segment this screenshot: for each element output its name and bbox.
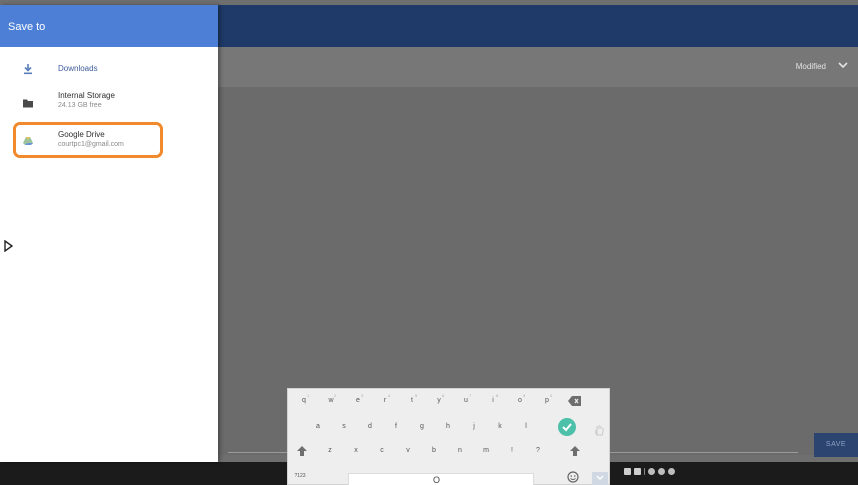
- key-j[interactable]: j: [468, 423, 480, 430]
- key-w[interactable]: w: [325, 397, 337, 404]
- close-icon: [668, 468, 675, 475]
- key-hint: 0: [550, 393, 553, 398]
- hide-keyboard-button[interactable]: [592, 472, 608, 485]
- drawer-title: Save to: [0, 5, 218, 47]
- key-f[interactable]: f: [390, 423, 402, 430]
- space-key-label: O: [433, 475, 441, 485]
- key-hint: 5: [415, 393, 418, 398]
- drawer-item-label: Downloads: [58, 64, 98, 73]
- key-p[interactable]: p: [541, 397, 553, 404]
- backspace-icon[interactable]: [568, 395, 582, 407]
- key-l[interactable]: l: [520, 423, 532, 430]
- window-icon: [624, 468, 631, 475]
- chevron-down-icon: [596, 475, 604, 480]
- key-i[interactable]: i: [487, 397, 499, 404]
- key-hint: 2: [334, 393, 337, 398]
- key-o[interactable]: o: [514, 397, 526, 404]
- key-hint: 7: [469, 393, 472, 398]
- expand-arrow-icon[interactable]: [4, 240, 14, 252]
- key-hint: 8: [496, 393, 499, 398]
- status-icons: [624, 468, 675, 475]
- space-key[interactable]: O: [348, 473, 534, 485]
- download-icon: [24, 64, 32, 75]
- chevron-down-icon[interactable]: [836, 58, 850, 72]
- key-hint: 1: [307, 393, 310, 398]
- key-r[interactable]: r: [379, 397, 391, 404]
- key-v[interactable]: v: [402, 447, 414, 454]
- key-k[interactable]: k: [494, 423, 506, 430]
- drawer-item-downloads[interactable]: Downloads: [0, 53, 218, 85]
- key-z[interactable]: z: [324, 447, 336, 454]
- key-a[interactable]: a: [312, 423, 324, 430]
- save-button[interactable]: SAVE: [814, 433, 858, 457]
- key-h[interactable]: h: [442, 423, 454, 430]
- key-hint: 9: [523, 393, 526, 398]
- key-y[interactable]: y: [433, 397, 445, 404]
- sort-label[interactable]: Modified: [796, 62, 826, 71]
- key-![interactable]: !: [506, 447, 518, 454]
- drawer-item-label: Internal Storage: [58, 91, 115, 100]
- key-e[interactable]: e: [352, 397, 364, 404]
- key-hint: 6: [442, 393, 445, 398]
- drawer-item-internal-storage[interactable]: Internal Storage 24.13 GB free: [0, 87, 218, 119]
- drawer-item-sublabel: 24.13 GB free: [58, 102, 102, 109]
- emoji-icon[interactable]: [567, 471, 579, 483]
- check-icon[interactable]: [558, 418, 576, 436]
- key-hint: 3: [361, 393, 364, 398]
- divider-icon: [644, 468, 645, 475]
- key-hint: 4: [388, 393, 391, 398]
- key-x[interactable]: x: [350, 447, 362, 454]
- on-screen-keyboard: q 1 w 2 e 3 r 4 t 5 y 6 u 7 i 8 o 9 p 0 a s d f g h j k l z x c v b n m!? ?…: [287, 388, 610, 485]
- shift-icon[interactable]: [296, 445, 308, 457]
- key-?[interactable]: ?: [532, 447, 544, 454]
- shift-icon[interactable]: [569, 445, 581, 457]
- highlight-box: [13, 122, 163, 158]
- sort-bar: Modified: [218, 47, 858, 87]
- save-to-drawer: Save to Downloads Internal Storage 24.13…: [0, 5, 218, 462]
- folder-icon: [23, 99, 33, 108]
- minimize-icon: [658, 468, 665, 475]
- symbols-key[interactable]: ?123: [292, 473, 308, 479]
- key-s[interactable]: s: [338, 423, 350, 430]
- key-d[interactable]: d: [364, 423, 376, 430]
- block-icon: [648, 468, 655, 475]
- key-m[interactable]: m: [480, 447, 492, 454]
- key-t[interactable]: t: [406, 397, 418, 404]
- key-u[interactable]: u: [460, 397, 472, 404]
- key-b[interactable]: b: [428, 447, 440, 454]
- key-c[interactable]: c: [376, 447, 388, 454]
- window-icon: [634, 468, 641, 475]
- key-q[interactable]: q: [298, 397, 310, 404]
- hand-icon: [595, 425, 604, 436]
- key-g[interactable]: g: [416, 423, 428, 430]
- key-n[interactable]: n: [454, 447, 466, 454]
